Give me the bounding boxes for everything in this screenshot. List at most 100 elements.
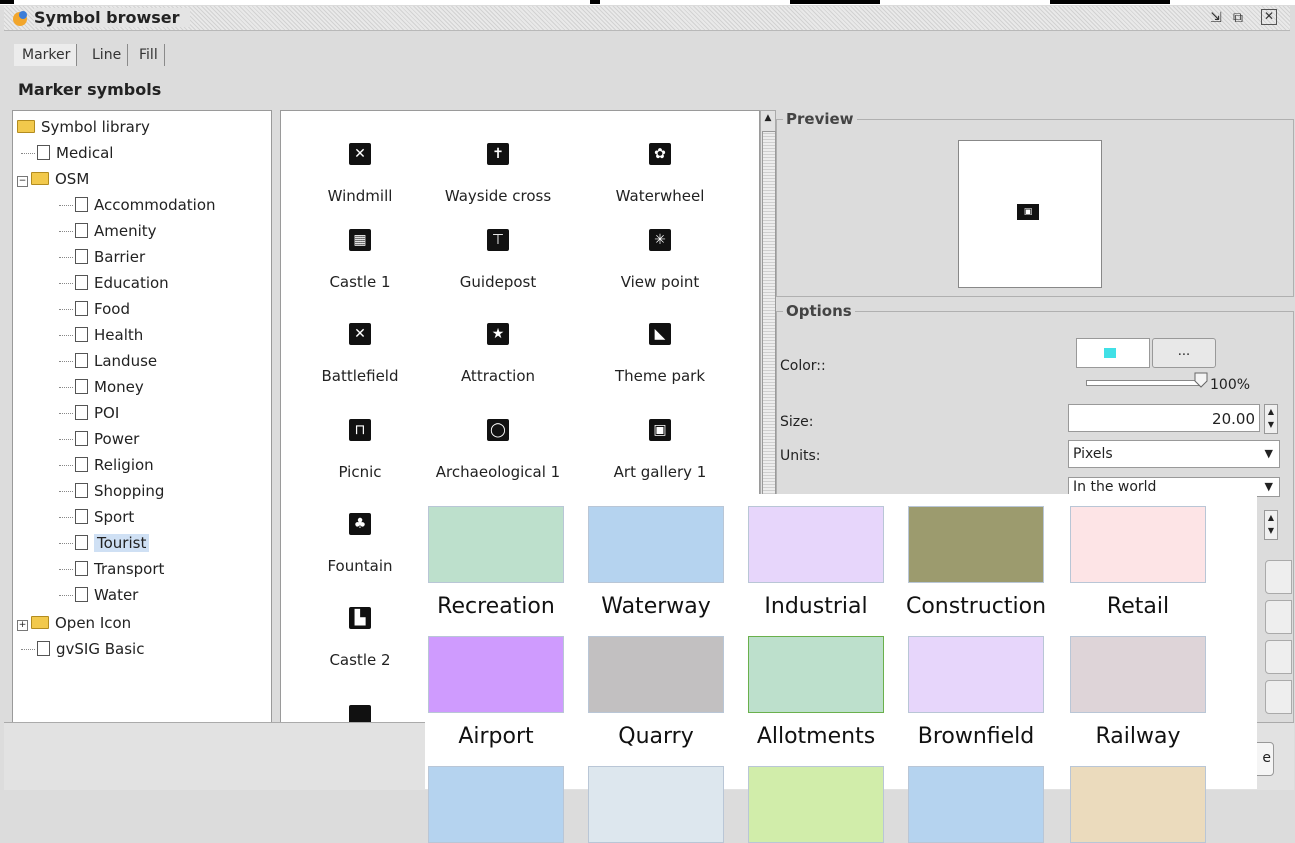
landuse-label: Retail — [1106, 594, 1170, 619]
symbol-label: View point — [620, 273, 700, 291]
size-spinner[interactable]: ▲ ▼ — [1264, 404, 1278, 434]
size-input[interactable]: 20.00 — [1068, 404, 1260, 432]
symbol-label: Theme park — [614, 367, 706, 385]
maximize-icon[interactable]: ⧉ — [1229, 9, 1247, 27]
tree-item-label: Medical — [56, 144, 114, 162]
chevron-down-icon: ▼ — [1264, 480, 1273, 493]
tree-item-power[interactable]: Power — [59, 429, 139, 449]
symbol-windmill[interactable]: ✕ Windmill — [281, 143, 439, 205]
tree-item-water[interactable]: Water — [59, 585, 138, 605]
view-point-icon: ✳ — [649, 229, 671, 251]
symbol-castle-1[interactable]: ▦ Castle 1 — [281, 229, 439, 291]
landuse-swatch — [588, 506, 724, 583]
collapse-icon[interactable]: − — [17, 176, 28, 187]
folder-icon — [31, 616, 49, 629]
document-icon — [37, 145, 50, 160]
tree-item-sport[interactable]: Sport — [59, 507, 134, 527]
symbol-waterwheel[interactable]: ✿ Waterwheel — [581, 143, 739, 205]
fountain-icon: ♣ — [349, 513, 371, 535]
tree-item-label: gvSIG Basic — [56, 640, 145, 658]
symbol-label: Attraction — [460, 367, 536, 385]
archaeological-icon: ◯ — [487, 419, 509, 441]
castle-2-icon: ▙ — [349, 607, 371, 629]
app-logo-icon — [13, 11, 27, 26]
expand-icon[interactable]: + — [17, 620, 28, 631]
symbol-attraction[interactable]: ★ Attraction — [419, 323, 577, 385]
symbol-fountain[interactable]: ♣ Fountain — [281, 513, 439, 575]
scroll-up-icon[interactable]: ▲ — [761, 113, 775, 123]
tree-item-transport[interactable]: Transport — [59, 559, 164, 579]
close-icon[interactable]: ✕ — [1261, 9, 1277, 25]
folder-open-icon — [17, 120, 35, 133]
alpha-slider-thumb[interactable] — [1194, 372, 1208, 388]
symbol-label: Art gallery 1 — [613, 463, 707, 481]
symbol-view-point[interactable]: ✳ View point — [581, 229, 739, 291]
tree-item-health[interactable]: Health — [59, 325, 143, 345]
star-icon: ★ — [487, 323, 509, 345]
tab-marker[interactable]: Marker — [14, 44, 78, 66]
tree-item-money[interactable]: Money — [59, 377, 144, 397]
tab-line[interactable]: Line — [84, 44, 129, 66]
tree-item-education[interactable]: Education — [59, 273, 169, 293]
symbol-art-gallery-1[interactable]: ▣ Art gallery 1 — [581, 419, 739, 481]
symbol-label: Wayside cross — [444, 187, 552, 205]
guidepost-icon: ⊤ — [487, 229, 509, 251]
offset-spinner[interactable]: ▲ ▼ — [1264, 510, 1278, 540]
document-icon — [37, 641, 50, 656]
tree-item-accommodation[interactable]: Accommodation — [59, 195, 216, 215]
tree-item-label: Health — [94, 326, 144, 344]
tree-root[interactable]: Symbol library — [17, 117, 150, 137]
landuse-swatch — [748, 766, 884, 843]
tree-item-gvsig-basic[interactable]: gvSIG Basic — [21, 639, 144, 659]
side-button-2[interactable] — [1265, 600, 1292, 634]
tree-item-poi[interactable]: POI — [59, 403, 119, 423]
folder-open-icon — [31, 172, 49, 185]
units-select[interactable]: Pixels ▼ — [1068, 440, 1280, 468]
symbol-label: Castle 1 — [329, 273, 391, 291]
symbol-battlefield[interactable]: ✕ Battlefield — [281, 323, 439, 385]
tree-item-label: Religion — [94, 456, 154, 474]
side-button-1[interactable] — [1265, 560, 1292, 594]
tree-item-osm[interactable]: − OSM — [17, 169, 89, 189]
side-button-4[interactable] — [1265, 680, 1292, 714]
symbol-label: Picnic — [338, 463, 382, 481]
tree-item-shopping[interactable]: Shopping — [59, 481, 164, 501]
tree-item-tourist[interactable]: Tourist — [59, 533, 150, 553]
landuse-swatch — [428, 506, 564, 583]
landuse-swatch — [1070, 636, 1206, 713]
units-label: Units: — [780, 448, 821, 464]
scope-select-value: In the world — [1073, 479, 1157, 495]
symbol-picnic[interactable]: ⊓ Picnic — [281, 419, 439, 481]
color-swatch[interactable] — [1076, 338, 1150, 368]
symbol-archaeological-1[interactable]: ◯ Archaeological 1 — [419, 419, 577, 481]
window-titlebar[interactable]: Symbol browser ⇲ ⧉ ✕ — [4, 6, 1290, 31]
tree-item-landuse[interactable]: Landuse — [59, 351, 157, 371]
tree-item-medical[interactable]: Medical — [21, 143, 113, 163]
tree-item-amenity[interactable]: Amenity — [59, 221, 157, 241]
symbol-theme-park[interactable]: ◣ Theme park — [581, 323, 739, 385]
symbol-library-tree[interactable]: Symbol library Medical − OSM Accommodatio… — [12, 110, 272, 723]
symbol-wayside-cross[interactable]: ✝ Wayside cross — [419, 143, 577, 205]
tree-item-open-icon[interactable]: + Open Icon — [17, 613, 131, 633]
side-button-3[interactable] — [1265, 640, 1292, 674]
size-label: Size: — [780, 414, 814, 430]
tree-item-food[interactable]: Food — [59, 299, 130, 319]
symbol-guidepost[interactable]: ⊤ Guidepost — [419, 229, 577, 291]
alpha-slider-track[interactable] — [1086, 380, 1200, 386]
color-picker-button[interactable]: ... — [1152, 338, 1216, 368]
tab-fill[interactable]: Fill — [131, 44, 165, 66]
landuse-label: Industrial — [764, 594, 868, 619]
landuse-swatch — [748, 636, 884, 713]
top-cropped-artifact — [0, 0, 1295, 5]
window-title: Symbol browser — [34, 8, 190, 27]
alpha-value: 100% — [1210, 377, 1251, 393]
landuse-swatch — [908, 506, 1044, 583]
castle-icon: ▦ — [349, 229, 371, 251]
document-icon — [75, 223, 88, 238]
restore-icon[interactable]: ⇲ — [1207, 9, 1225, 27]
tree-item-religion[interactable]: Religion — [59, 455, 154, 475]
tree-item-barrier[interactable]: Barrier — [59, 247, 145, 267]
symbol-label: Archaeological 1 — [435, 463, 561, 481]
symbol-partial[interactable] — [281, 705, 439, 722]
document-icon — [75, 301, 88, 316]
